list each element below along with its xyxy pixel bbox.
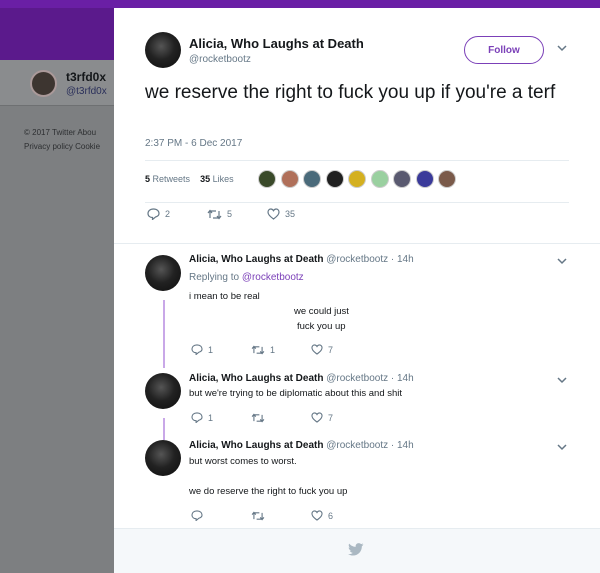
author-handle[interactable]: @rocketbootz [189, 54, 251, 65]
chevron-down-icon[interactable] [557, 376, 567, 387]
replying-to: Replying to @rocketbootz [189, 272, 304, 283]
chevron-down-icon[interactable] [557, 44, 567, 55]
divider [114, 243, 600, 244]
retweet-button[interactable]: 5 [207, 209, 267, 220]
reply-text: we could just [294, 306, 349, 317]
reply-header: Alicia, Who Laughs at Death @rocketbootz… [189, 440, 414, 451]
twitter-bird-icon [348, 543, 364, 561]
liker-avatar[interactable] [258, 170, 276, 188]
liker-avatar[interactable] [438, 170, 456, 188]
retweet-count: 1 [270, 344, 276, 355]
like-button[interactable]: 35 [267, 208, 327, 220]
tweet-actions: 2 5 35 [147, 208, 327, 220]
reply-actions: 6 [191, 510, 371, 521]
author-avatar[interactable] [145, 32, 181, 68]
replying-prefix: Replying to [189, 272, 240, 283]
reply-avatar[interactable] [145, 440, 181, 476]
chevron-down-icon[interactable] [557, 257, 567, 268]
like-count: 7 [328, 412, 334, 423]
liker-avatar[interactable] [348, 170, 366, 188]
retweet-icon [251, 510, 265, 521]
liker-avatar[interactable] [303, 170, 321, 188]
retweet-button[interactable]: 1 [251, 345, 311, 355]
reply-button[interactable] [191, 510, 251, 521]
reply-author-name[interactable]: Alicia, Who Laughs at Death [189, 254, 323, 265]
reply-count: 2 [165, 209, 171, 219]
like-count: 7 [328, 344, 334, 355]
profile-handle[interactable]: @t3rfd0x [66, 86, 107, 97]
retweets-stat[interactable]: 5 Retweets [145, 174, 190, 184]
reply-text: but we're trying to be diplomatic about … [189, 388, 403, 399]
retweet-button[interactable] [251, 412, 311, 423]
retweets-label: Retweets [152, 174, 191, 184]
reply-text: i mean to be real [189, 291, 260, 302]
retweet-icon [207, 209, 222, 219]
footer-links-line1[interactable]: © 2017 Twitter Abou [24, 128, 96, 137]
like-icon [311, 344, 323, 355]
thread-line [163, 418, 165, 440]
divider [145, 202, 569, 203]
profile-name[interactable]: t3rfd0x [66, 70, 106, 84]
retweet-icon [251, 412, 265, 423]
likers-avatars [258, 170, 461, 188]
retweets-count: 5 [145, 174, 151, 184]
like-count: 35 [285, 209, 296, 219]
likes-label: Likes [212, 174, 234, 184]
liker-avatar[interactable] [370, 170, 389, 188]
top-accent-strip [0, 0, 600, 8]
like-icon [311, 510, 323, 521]
liker-avatar[interactable] [415, 170, 434, 188]
tweet-modal: Alicia, Who Laughs at Death @rocketbootz… [114, 8, 600, 573]
reply-text: fuck you up [297, 321, 346, 332]
replying-to-link[interactable]: @rocketbootz [242, 272, 304, 283]
tweet-stats: 5 Retweets 35 Likes [145, 174, 234, 184]
reply-header: Alicia, Who Laughs at Death @rocketbootz… [189, 254, 414, 265]
reply-header: Alicia, Who Laughs at Death @rocketbootz… [189, 373, 414, 384]
reply-text: we do reserve the right to fuck you up [189, 486, 348, 497]
reply-actions: 1 1 7 [191, 344, 371, 355]
reply-author-name[interactable]: Alicia, Who Laughs at Death [189, 373, 323, 384]
reply-count: 1 [208, 344, 214, 355]
reply-handle-time[interactable]: @rocketbootz · 14h [326, 373, 413, 384]
footer-links-line2[interactable]: Privacy policy Cookie [24, 142, 100, 151]
reply-button[interactable]: 1 [191, 344, 251, 355]
reply-icon [191, 344, 203, 355]
like-button[interactable]: 6 [311, 510, 371, 521]
retweet-icon [251, 344, 265, 355]
likes-stat[interactable]: 35 Likes [200, 174, 234, 184]
follow-button[interactable]: Follow [464, 36, 544, 64]
profile-avatar[interactable] [30, 70, 57, 97]
like-button[interactable]: 7 [311, 412, 371, 423]
reply-text: but worst comes to worst. [189, 456, 297, 467]
liker-avatar[interactable] [325, 170, 344, 188]
author-name[interactable]: Alicia, Who Laughs at Death [189, 36, 364, 51]
reply-avatar[interactable] [145, 255, 181, 291]
liker-avatar[interactable] [393, 170, 411, 188]
thread-line [163, 300, 165, 368]
like-count: 6 [328, 510, 334, 521]
reply-icon [191, 510, 203, 521]
reply-author-name[interactable]: Alicia, Who Laughs at Death [189, 440, 323, 451]
reply-handle-time[interactable]: @rocketbootz · 14h [326, 254, 413, 265]
like-icon [311, 412, 323, 423]
reply-count: 1 [208, 412, 214, 423]
reply-actions: 1 7 [191, 412, 371, 423]
reply-icon [147, 208, 160, 220]
reply-button[interactable]: 1 [191, 412, 251, 423]
reply-button[interactable]: 2 [147, 208, 207, 220]
reply-icon [191, 412, 203, 423]
retweet-count: 5 [227, 209, 233, 219]
reply-handle-time[interactable]: @rocketbootz · 14h [326, 440, 413, 451]
like-icon [267, 208, 280, 220]
reply-avatar[interactable] [145, 373, 181, 409]
likes-count: 35 [200, 174, 211, 184]
like-button[interactable]: 7 [311, 344, 371, 355]
divider [145, 160, 569, 161]
chevron-down-icon[interactable] [557, 443, 567, 454]
tweet-timestamp[interactable]: 2:37 PM - 6 Dec 2017 [145, 138, 242, 149]
retweet-button[interactable] [251, 510, 311, 521]
liker-avatar[interactable] [280, 170, 299, 188]
tweet-text: we reserve the right to fuck you up if y… [145, 82, 556, 103]
